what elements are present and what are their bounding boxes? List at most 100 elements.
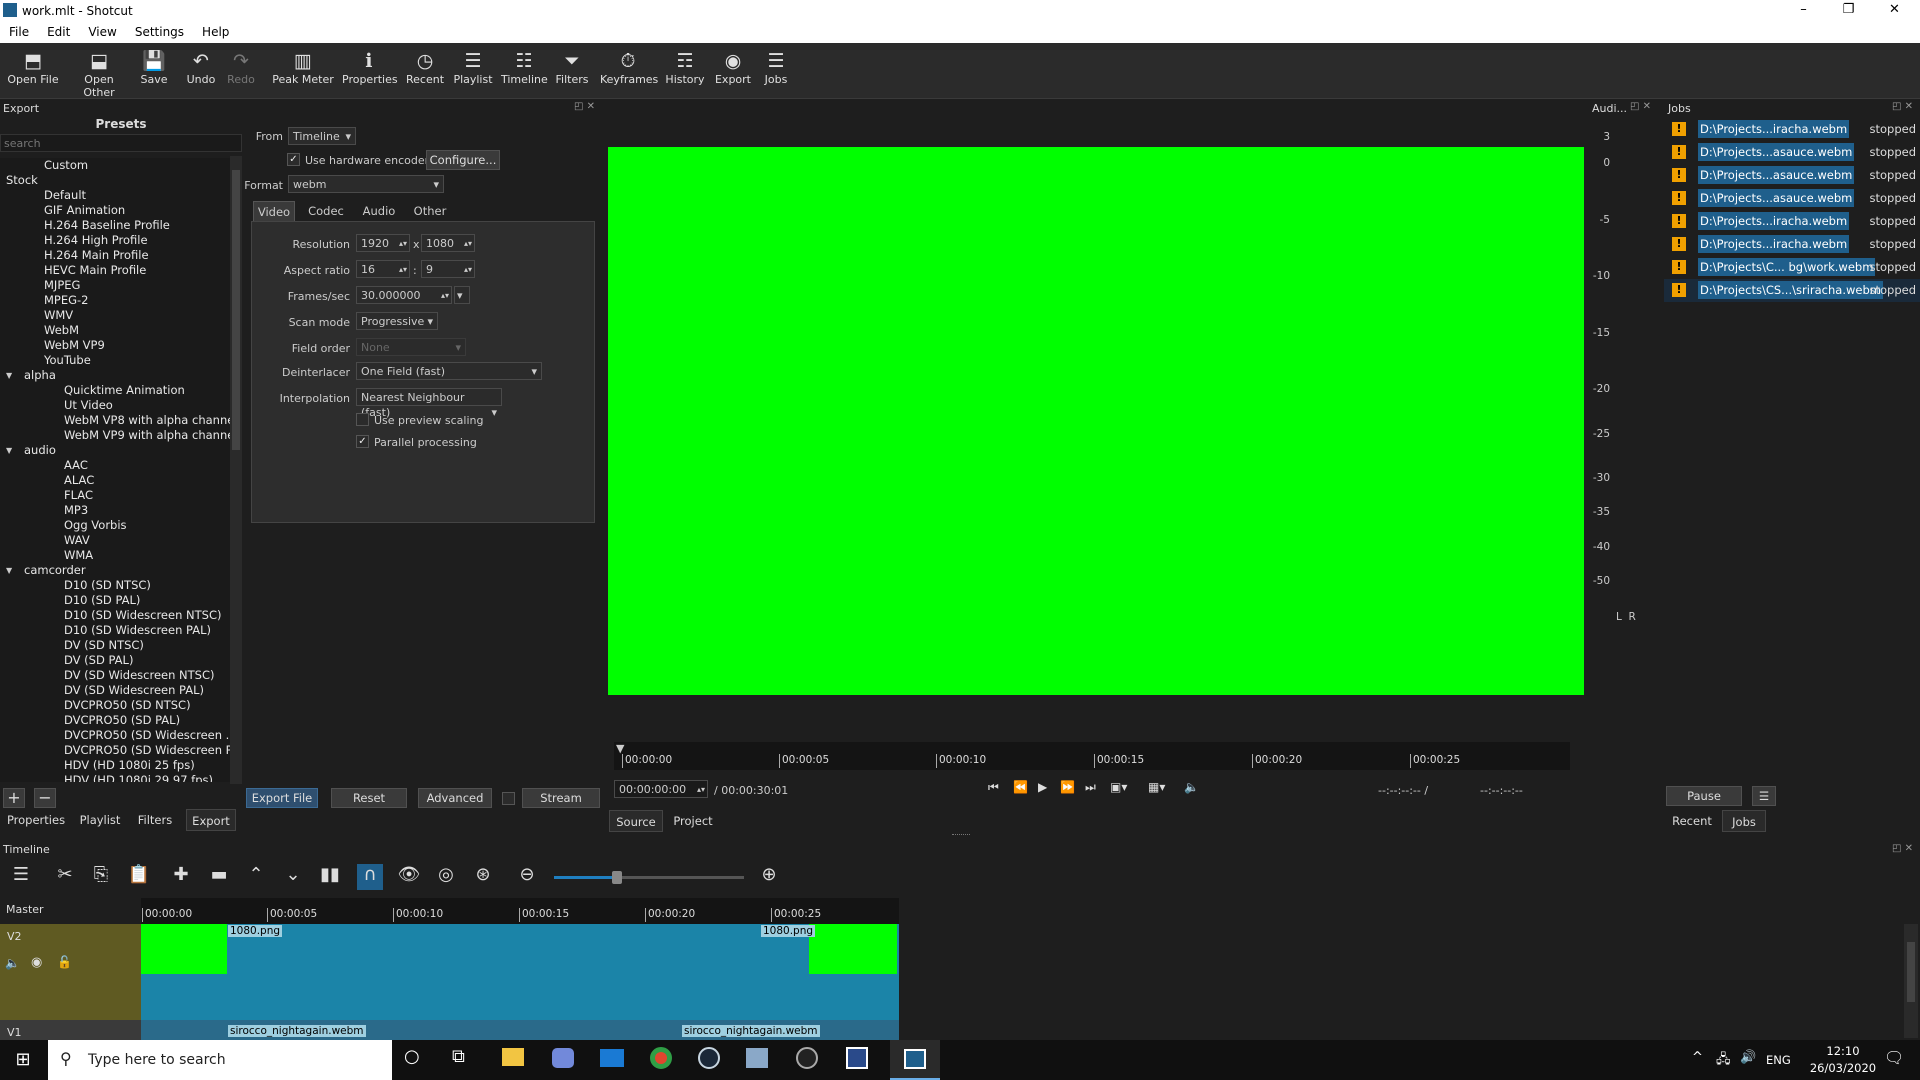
preset-item[interactable]: WebM xyxy=(0,323,230,338)
audio-meter-float-icon[interactable]: ◰ ✕ xyxy=(1630,101,1651,112)
interpolation-select[interactable]: Nearest Neighbour (fast) ▾ xyxy=(356,388,502,419)
timeline-ruler[interactable]: 00:00:00 00:00:05 00:00:10 00:00:15 00:0… xyxy=(141,898,899,924)
scrub-icon[interactable]: 👁 xyxy=(396,864,422,885)
preset-item[interactable]: H.264 High Profile xyxy=(0,233,230,248)
resolution-width-input[interactable]: 1920 ▴▾ xyxy=(356,234,410,252)
preset-item[interactable]: FLAC xyxy=(0,488,230,503)
export-file-button[interactable]: Export File xyxy=(246,788,318,808)
player-ruler[interactable]: 00:00:00 00:00:05 00:00:10 00:00:15 00:0… xyxy=(614,742,1570,770)
tab-project[interactable]: Project xyxy=(666,810,720,832)
paste-icon[interactable]: 📋 xyxy=(126,864,152,885)
tab-properties[interactable]: Properties xyxy=(3,809,69,831)
peak-meter-button[interactable]: ▥ Peak Meter xyxy=(272,49,334,86)
tab-other[interactable]: Other xyxy=(406,201,454,221)
menu-settings[interactable]: Settings xyxy=(126,22,193,42)
preset-item[interactable]: D10 (SD NTSC) xyxy=(0,578,230,593)
jobs-float-icon[interactable]: ◰ ✕ xyxy=(1892,101,1913,112)
ripple-icon[interactable]: ◎ xyxy=(433,864,459,885)
timeline-float-icon[interactable]: ◰ ✕ xyxy=(1892,843,1913,854)
preset-item[interactable]: HDV (HD 1080i 29.97 fps) xyxy=(0,773,230,782)
preset-item[interactable]: D10 (SD PAL) xyxy=(0,593,230,608)
mail-icon[interactable] xyxy=(600,1049,624,1067)
restore-button[interactable]: ❐ xyxy=(1826,0,1871,22)
hide-icon[interactable]: ◉ xyxy=(31,955,42,970)
cut-icon[interactable]: ✂ xyxy=(52,864,78,885)
undo-button[interactable]: ↶ Undo xyxy=(183,49,219,86)
network-icon[interactable]: 🖧 xyxy=(1716,1050,1731,1072)
preset-item[interactable]: ▼ camcorder xyxy=(0,563,230,578)
skip-end-icon[interactable]: ⏭ xyxy=(1085,780,1096,795)
discord-icon[interactable] xyxy=(552,1048,574,1068)
preset-item[interactable]: H.264 Main Profile xyxy=(0,248,230,263)
current-time-input[interactable]: 00:00:00:00 ▴▾ xyxy=(614,780,708,798)
tab-recent[interactable]: Recent xyxy=(1664,810,1720,832)
history-button[interactable]: ☶ History xyxy=(664,49,706,86)
preset-item[interactable]: ALAC xyxy=(0,473,230,488)
preset-item[interactable]: DVCPRO50 (SD PAL) xyxy=(0,713,230,728)
ripple-all-icon[interactable]: ⊛ xyxy=(470,864,496,885)
configure-button[interactable]: Configure... xyxy=(426,150,500,170)
speaker-icon[interactable]: 🔊 xyxy=(1740,1050,1756,1065)
steam-icon[interactable] xyxy=(698,1047,720,1069)
stream-toggle-checkbox[interactable] xyxy=(502,792,515,805)
preset-item[interactable]: WMV xyxy=(0,308,230,323)
shotcut-taskbar-icon[interactable] xyxy=(890,1040,940,1080)
reset-button[interactable]: Reset xyxy=(331,788,407,808)
jobs-menu-button[interactable]: ☰ xyxy=(1752,786,1776,806)
close-button[interactable]: ✕ xyxy=(1872,0,1917,22)
volume-icon[interactable]: 🔈 xyxy=(1184,780,1199,794)
app-icon[interactable] xyxy=(796,1047,818,1069)
preset-item[interactable]: HDV (HD 1080i 25 fps) xyxy=(0,758,230,773)
fast-forward-icon[interactable]: ⏩ xyxy=(1060,780,1075,794)
zoom-out-icon[interactable]: ⊖ xyxy=(514,864,540,885)
lift-icon[interactable]: ⌃ xyxy=(243,864,269,885)
preview-scaling-checkbox[interactable] xyxy=(356,413,369,426)
export-panel-float-icon[interactable]: ◰ ✕ xyxy=(574,101,595,112)
preset-item[interactable]: Custom xyxy=(0,158,230,173)
file-explorer-icon[interactable] xyxy=(502,1048,524,1066)
preset-item[interactable]: MP3 xyxy=(0,503,230,518)
ripple-delete-icon[interactable]: ▬ xyxy=(206,864,232,885)
tab-video[interactable]: Video xyxy=(253,201,295,221)
job-row[interactable]: ! D:\Projects\C... bg\work.webm stopped xyxy=(1664,256,1920,279)
pause-jobs-button[interactable]: Pause xyxy=(1666,786,1742,806)
video-preview-frame[interactable] xyxy=(608,147,1584,695)
skip-start-icon[interactable]: ⏮ xyxy=(988,780,999,795)
timeline-menu-icon[interactable]: ☰ xyxy=(8,864,34,885)
copy-icon[interactable]: ⎘ xyxy=(88,864,114,885)
add-preset-button[interactable]: + xyxy=(3,788,25,808)
chrome-icon[interactable] xyxy=(650,1047,672,1069)
zoom-in-icon[interactable]: ⊕ xyxy=(756,864,782,885)
from-select[interactable]: Timeline ▾ xyxy=(288,127,356,145)
open-other-button[interactable]: ⬓ Open Other xyxy=(68,49,130,99)
cortana-icon[interactable]: ○ xyxy=(404,1046,420,1067)
preset-item[interactable]: HEVC Main Profile xyxy=(0,263,230,278)
splitter-handle[interactable] xyxy=(952,834,970,837)
tab-playlist[interactable]: Playlist xyxy=(74,809,126,831)
export-button[interactable]: ◉ Export xyxy=(714,49,752,86)
preset-item[interactable]: WAV xyxy=(0,533,230,548)
mute-icon[interactable]: 🔈 xyxy=(5,956,20,970)
stream-button[interactable]: Stream xyxy=(522,788,600,808)
preset-item[interactable]: GIF Animation xyxy=(0,203,230,218)
presets-scrollbar[interactable] xyxy=(230,156,242,784)
split-icon[interactable]: ▮▮ xyxy=(317,864,343,885)
redo-button[interactable]: ↷ Redo xyxy=(224,49,258,86)
menu-edit[interactable]: Edit xyxy=(38,22,79,42)
tab-source[interactable]: Source xyxy=(609,810,663,832)
preset-item[interactable]: Quicktime Animation xyxy=(0,383,230,398)
preset-item[interactable]: WebM VP9 with alpha channel xyxy=(0,428,230,443)
preset-item[interactable]: DV (SD PAL) xyxy=(0,653,230,668)
aspect-width-input[interactable]: 16 ▴▾ xyxy=(356,260,410,278)
preset-item[interactable]: Ogg Vorbis xyxy=(0,518,230,533)
minimize-button[interactable]: – xyxy=(1781,0,1826,22)
menu-help[interactable]: Help xyxy=(193,22,238,42)
tab-export[interactable]: Export xyxy=(186,809,236,831)
preset-item[interactable]: ▼Stock xyxy=(0,173,230,188)
preset-item[interactable]: Default xyxy=(0,188,230,203)
presets-tree[interactable]: Custom▼StockDefaultGIF AnimationH.264 Ba… xyxy=(0,158,230,782)
lock-icon[interactable]: 🔓 xyxy=(57,955,72,969)
preset-item[interactable]: ▼ alpha xyxy=(0,368,230,383)
language-indicator[interactable]: ENG xyxy=(1766,1053,1791,1067)
preset-item[interactable]: DV (SD NTSC) xyxy=(0,638,230,653)
